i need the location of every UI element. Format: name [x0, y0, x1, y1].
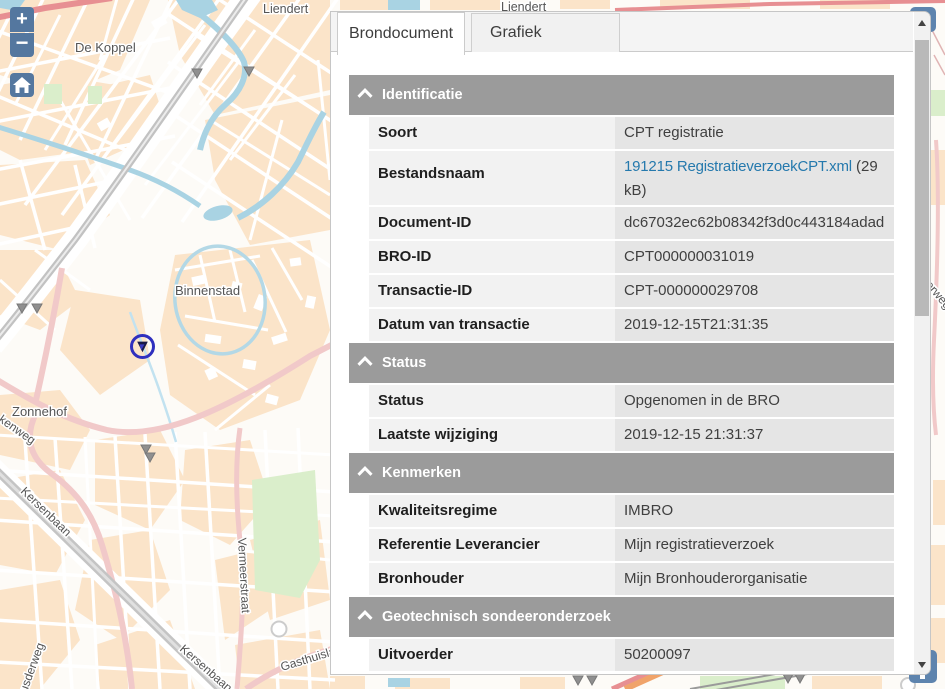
- svg-text:De Koppel: De Koppel: [75, 40, 136, 55]
- svg-text:Binnenstad: Binnenstad: [175, 283, 240, 298]
- svg-text:Zonnehof: Zonnehof: [12, 404, 67, 419]
- svg-text:Liendert: Liendert: [263, 2, 309, 16]
